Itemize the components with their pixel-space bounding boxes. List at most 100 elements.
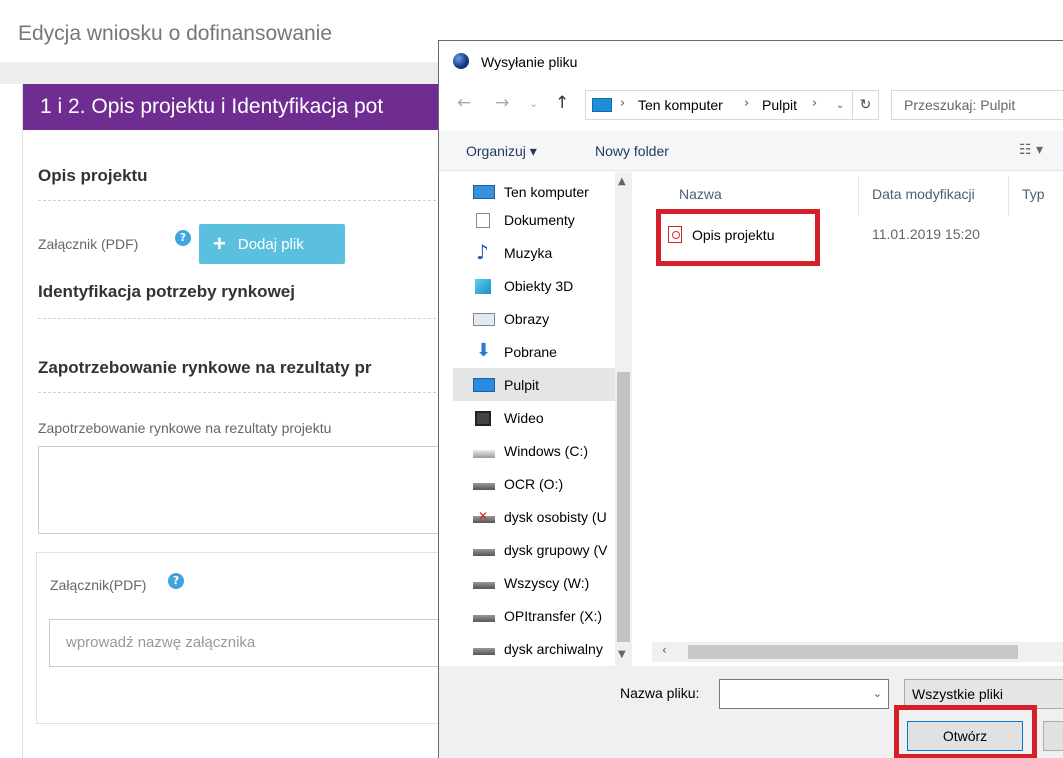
nav-item-label: dysk archiwalny xyxy=(504,640,603,657)
market-demand-textarea[interactable] xyxy=(38,446,441,534)
new-folder-button[interactable]: Nowy folder xyxy=(595,143,669,159)
file-list-pane: Nazwa Data modyfikacji Typ Opis projektu… xyxy=(652,172,1063,666)
section-heading-identyfikacja: Identyfikacja potrzeby rynkowej xyxy=(38,282,295,301)
attachment2-label: Załącznik(PDF) xyxy=(50,577,147,593)
nav-item-label: Dokumenty xyxy=(504,211,575,228)
documents-icon xyxy=(473,211,495,229)
add-file-label: Dodaj plik xyxy=(237,235,304,253)
video-icon xyxy=(473,409,495,427)
nav-item-obiekty-3d[interactable]: Obiekty 3D xyxy=(453,269,631,302)
address-bar[interactable]: › Ten komputer › Pulpit › ⌄ xyxy=(585,90,853,120)
column-separator xyxy=(858,176,859,216)
attachment-label: Załącznik (PDF) xyxy=(38,236,139,252)
hscroll-thumb[interactable] xyxy=(688,645,1018,659)
nav-item-label: Ten komputer xyxy=(504,183,589,200)
view-options-icon[interactable]: ☷ ▾ xyxy=(1019,142,1043,158)
column-header-name[interactable]: Nazwa xyxy=(679,186,722,202)
network-drive-icon xyxy=(473,541,495,559)
breadcrumb-separator: › xyxy=(812,96,818,111)
form-panel: 1 i 2. Opis projektu i Identyfikacja pot… xyxy=(22,84,442,758)
back-arrow-icon[interactable]: ← xyxy=(457,93,471,113)
scroll-thumb[interactable] xyxy=(617,372,630,642)
help-icon[interactable]: ? xyxy=(168,573,184,589)
nav-item-muzyka[interactable]: ♪ Muzyka xyxy=(453,236,631,269)
breadcrumb-desktop[interactable]: Pulpit xyxy=(762,97,797,113)
nav-item-label: dysk osobisty (U xyxy=(504,508,607,525)
nav-item-label: Obrazy xyxy=(504,310,550,327)
column-header-date[interactable]: Data modyfikacji xyxy=(872,186,975,202)
column-separator xyxy=(1008,176,1009,216)
nav-item-label: OPItransfer (X:) xyxy=(504,607,603,624)
computer-folder-icon xyxy=(592,98,612,112)
music-icon: ♪ xyxy=(476,239,489,264)
open-button[interactable]: Otwórz xyxy=(907,721,1023,751)
scroll-up-icon[interactable]: ▲ xyxy=(618,176,626,187)
plus-icon: + xyxy=(213,231,226,256)
divider xyxy=(38,392,441,393)
nav-item-label: Pulpit xyxy=(504,376,540,393)
file-type-filter[interactable]: Wszystkie pliki xyxy=(904,679,1063,709)
breadcrumb-separator: › xyxy=(620,96,626,111)
file-list-hscrollbar[interactable]: ‹ xyxy=(652,642,1063,662)
dialog-title: Wysyłanie pliku xyxy=(481,54,578,70)
network-drive-icon xyxy=(473,607,495,625)
address-dropdown-icon[interactable]: ⌄ xyxy=(836,100,844,111)
refresh-icon[interactable]: ↻ xyxy=(853,90,879,120)
nav-item-dysk-archiwalny[interactable]: dysk archiwalny xyxy=(453,632,631,665)
add-file-button[interactable]: + Dodaj plik xyxy=(199,224,345,264)
nav-item-opitransfer-x[interactable]: OPItransfer (X:) xyxy=(453,599,631,632)
help-icon[interactable]: ? xyxy=(175,230,191,246)
scroll-down-icon[interactable]: ▼ xyxy=(618,649,626,660)
nav-item-wideo[interactable]: Wideo xyxy=(453,401,631,434)
objects-3d-icon xyxy=(473,277,495,295)
attachment-name-input[interactable]: wprowadź nazwę załącznika xyxy=(49,619,442,667)
navigation-pane: Ten komputer Dokumenty ♪ Muzyka Obiekty 3D Ob… xyxy=(453,172,631,666)
forward-arrow-icon[interactable]: → xyxy=(495,93,509,113)
windows-drive-icon xyxy=(473,442,495,460)
desktop-icon xyxy=(473,376,495,394)
network-drive-icon xyxy=(473,574,495,592)
nav-item-dysk-osobisty-u[interactable]: ✕ dysk osobisty (U xyxy=(453,500,631,533)
nav-item-pobrane[interactable]: ⬇ Pobrane xyxy=(453,335,631,368)
page-top-strip xyxy=(0,62,440,84)
page-title: Edycja wniosku o dofinansowanie xyxy=(18,22,333,45)
recent-chevron-icon[interactable]: ⌄ xyxy=(529,97,538,110)
nav-item-windows-c[interactable]: Windows (C:) xyxy=(453,434,631,467)
breadcrumb-separator: › xyxy=(744,96,750,111)
nav-item-label: Wideo xyxy=(504,409,544,426)
computer-icon xyxy=(473,183,495,201)
cancel-button[interactable] xyxy=(1043,721,1063,751)
nav-item-ocr-o[interactable]: OCR (O:) xyxy=(453,467,631,500)
nav-item-label: Obiekty 3D xyxy=(504,277,574,294)
nav-item-dysk-grupowy-v[interactable]: dysk grupowy (V xyxy=(453,533,631,566)
nav-item-label: dysk grupowy (V xyxy=(504,541,608,558)
nav-item-obrazy[interactable]: Obrazy xyxy=(453,302,631,335)
dialog-titlebar[interactable]: Wysyłanie pliku xyxy=(439,41,1063,81)
nav-item-label: OCR (O:) xyxy=(504,475,564,492)
nav-item-dokumenty[interactable]: Dokumenty xyxy=(453,203,631,236)
nav-item-pulpit[interactable]: Pulpit xyxy=(453,368,631,401)
section-heading-opis: Opis projektu xyxy=(38,166,148,185)
organize-menu[interactable]: Organizuj ▾ xyxy=(466,143,537,160)
pdf-icon xyxy=(668,226,682,243)
panel-header: 1 i 2. Opis projektu i Identyfikacja pot xyxy=(23,84,441,130)
search-input[interactable]: Przeszukaj: Pulpit xyxy=(891,90,1063,120)
dialog-bottom-bar: Nazwa pliku: ⌄ Wszystkie pliki Otwórz xyxy=(439,666,1063,758)
divider xyxy=(38,318,441,319)
file-upload-dialog: Wysyłanie pliku ← → ⌄ ↑ › Ten komputer ›… xyxy=(438,40,1063,758)
file-name: Opis projektu xyxy=(692,226,775,243)
nav-item-label: Windows (C:) xyxy=(504,442,589,459)
navigation-scrollbar[interactable]: ▲ ▼ xyxy=(615,172,632,666)
nav-item-label: Pobrane xyxy=(504,343,557,360)
nav-item-wszyscy-w[interactable]: Wszyscy (W:) xyxy=(453,566,631,599)
scroll-left-icon[interactable]: ‹ xyxy=(662,643,667,657)
network-drive-icon xyxy=(473,640,495,658)
address-row: ← → ⌄ ↑ › Ten komputer › Pulpit › ⌄ ↻ Pr… xyxy=(439,85,1063,125)
breadcrumb-computer[interactable]: Ten komputer xyxy=(638,97,723,113)
network-drive-icon xyxy=(473,475,495,493)
up-arrow-icon[interactable]: ↑ xyxy=(555,93,569,113)
filename-input[interactable]: ⌄ xyxy=(719,679,889,709)
file-row-opis-projektu[interactable]: Opis projektu xyxy=(668,226,774,243)
chevron-down-icon[interactable]: ⌄ xyxy=(873,687,882,700)
column-header-type[interactable]: Typ xyxy=(1022,186,1045,202)
